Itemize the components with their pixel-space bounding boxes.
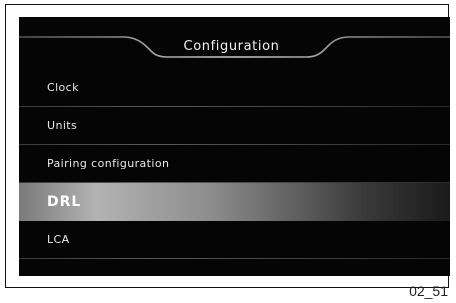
menu-item-label: DRL: [47, 194, 82, 210]
menu-item-lca[interactable]: LCA: [19, 221, 450, 259]
menu-item-units[interactable]: Units: [19, 107, 450, 145]
screen-title: Configuration: [183, 39, 280, 54]
menu-item-label: Units: [47, 119, 78, 132]
display-screen: Configuration Clock Units Pairing config…: [19, 17, 450, 276]
config-menu: Clock Units Pairing configuration DRL LC…: [19, 69, 450, 259]
figure-frame: Configuration Clock Units Pairing config…: [5, 4, 450, 288]
menu-item-pairing-configuration[interactable]: Pairing configuration: [19, 145, 450, 183]
menu-item-clock[interactable]: Clock: [19, 69, 450, 107]
menu-item-drl[interactable]: DRL: [19, 183, 450, 221]
menu-item-label: LCA: [47, 233, 70, 246]
figure-caption: 02_51: [409, 283, 448, 299]
menu-item-label: Pairing configuration: [47, 157, 170, 170]
divider: [19, 258, 450, 259]
menu-item-label: Clock: [47, 81, 79, 94]
